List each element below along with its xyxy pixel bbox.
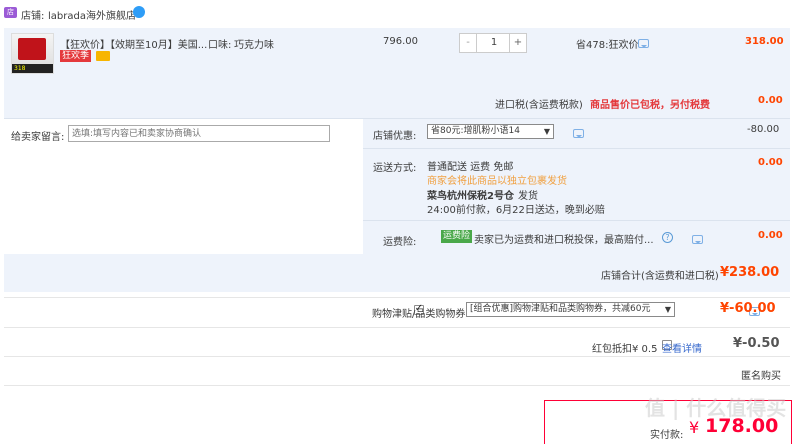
- chevron-down-icon: ▼: [664, 305, 671, 314]
- divider: [363, 220, 790, 221]
- chevron-down-icon: ▼: [543, 127, 550, 136]
- coupon-value: ¥-60.00: [720, 301, 776, 316]
- delivery-eta: 24:00前付款，6月22日送达，晚到必赔: [427, 205, 605, 216]
- divider: [4, 356, 790, 357]
- insurance-tag: 运费险: [441, 230, 473, 243]
- decrease-button[interactable]: -: [460, 34, 477, 52]
- coupon-selected: [组合优惠]购物津贴和品类购物券，共减60元: [470, 304, 651, 314]
- remark-label: 给卖家留言:: [11, 132, 65, 143]
- chat-icon[interactable]: [573, 128, 585, 138]
- redpacket-details-link[interactable]: 查看详情: [662, 340, 702, 355]
- insurance-label: 运费险:: [383, 237, 417, 248]
- chat-icon[interactable]: [638, 38, 649, 48]
- shop-header: 店 店铺: labrada海外旗舰店: [0, 0, 800, 28]
- shipping-value: 0.00: [758, 157, 783, 168]
- tax-label: 进口税(含运费税款): [495, 100, 583, 111]
- wangwang-icon[interactable]: [133, 6, 145, 18]
- shipping-notice: 商家会将此商品以独立包裹发货: [427, 176, 567, 187]
- remark-input[interactable]: [68, 125, 330, 142]
- increase-button[interactable]: +: [509, 34, 526, 52]
- divider: [4, 327, 790, 328]
- thumbnail-price-label: 318: [12, 64, 53, 73]
- coupon-select[interactable]: [组合优惠]购物津贴和品类购物券，共减60元 ▼: [466, 302, 675, 317]
- divider: [363, 148, 790, 149]
- product-thumbnail[interactable]: 318: [11, 33, 54, 74]
- quantity-stepper: - 1 +: [459, 33, 527, 53]
- divider: [4, 297, 790, 298]
- insurance-value: 0.00: [758, 230, 783, 241]
- shipping-method: 普通配送 运费 免邮: [427, 162, 514, 173]
- unit-price: 796.00: [383, 36, 418, 47]
- ship-text: 发货: [518, 191, 538, 202]
- discount-label: 店铺优惠:: [373, 131, 417, 142]
- warehouse-name: 菜鸟杭州保税2号仓: [427, 191, 514, 202]
- pay-label: 实付款:: [650, 430, 684, 441]
- redpacket-label: 红包抵扣¥ 0.5: [592, 344, 658, 355]
- shipping-label: 运送方式:: [373, 163, 417, 174]
- item-title-link[interactable]: 【狂欢价】【效期至10月】美国...: [60, 36, 207, 51]
- discount-selected: 省80元:增肌粉小语14: [431, 126, 520, 136]
- item-spec-value: 巧克力味: [234, 40, 274, 51]
- shop-label: 店铺:: [21, 11, 45, 22]
- insurance-desc: 卖家已为运费和进口税投保，最高赔付...: [474, 235, 654, 246]
- shop-icon: 店: [4, 7, 17, 18]
- redpacket-value: ¥-0.50: [733, 336, 780, 351]
- quantity-input[interactable]: 1: [477, 34, 511, 52]
- discount-select[interactable]: 省80元:增肌粉小语14 ▼: [427, 124, 554, 139]
- coupon-label: 购物津贴/品类购物券: [372, 309, 466, 320]
- tax-value: 0.00: [758, 95, 783, 106]
- promo-badge: 狂欢季: [60, 50, 92, 62]
- tax-note: 商品售价已包税，另付税费: [590, 100, 710, 111]
- saving-text: 省478:狂欢价: [576, 40, 639, 51]
- help-icon[interactable]: ?: [662, 232, 673, 243]
- item-subtotal: 318.00: [745, 36, 784, 47]
- shop-name-link[interactable]: labrada海外旗舰店: [48, 7, 136, 22]
- watermark: 值 | 什么值得买: [645, 392, 786, 421]
- divider: [4, 385, 790, 386]
- watermark-logo: 值 | 什么值得买: [645, 396, 787, 420]
- item-spec-label: 口味:: [208, 40, 232, 51]
- discount-value: -80.00: [747, 124, 780, 135]
- card-icon: [96, 51, 110, 61]
- shop-total-value: ¥238.00: [720, 265, 780, 280]
- chat-icon[interactable]: [691, 234, 703, 244]
- shop-total-label: 店铺合计(含运费和进口税): [601, 271, 719, 282]
- anonymous-label: 匿名购买: [741, 371, 781, 382]
